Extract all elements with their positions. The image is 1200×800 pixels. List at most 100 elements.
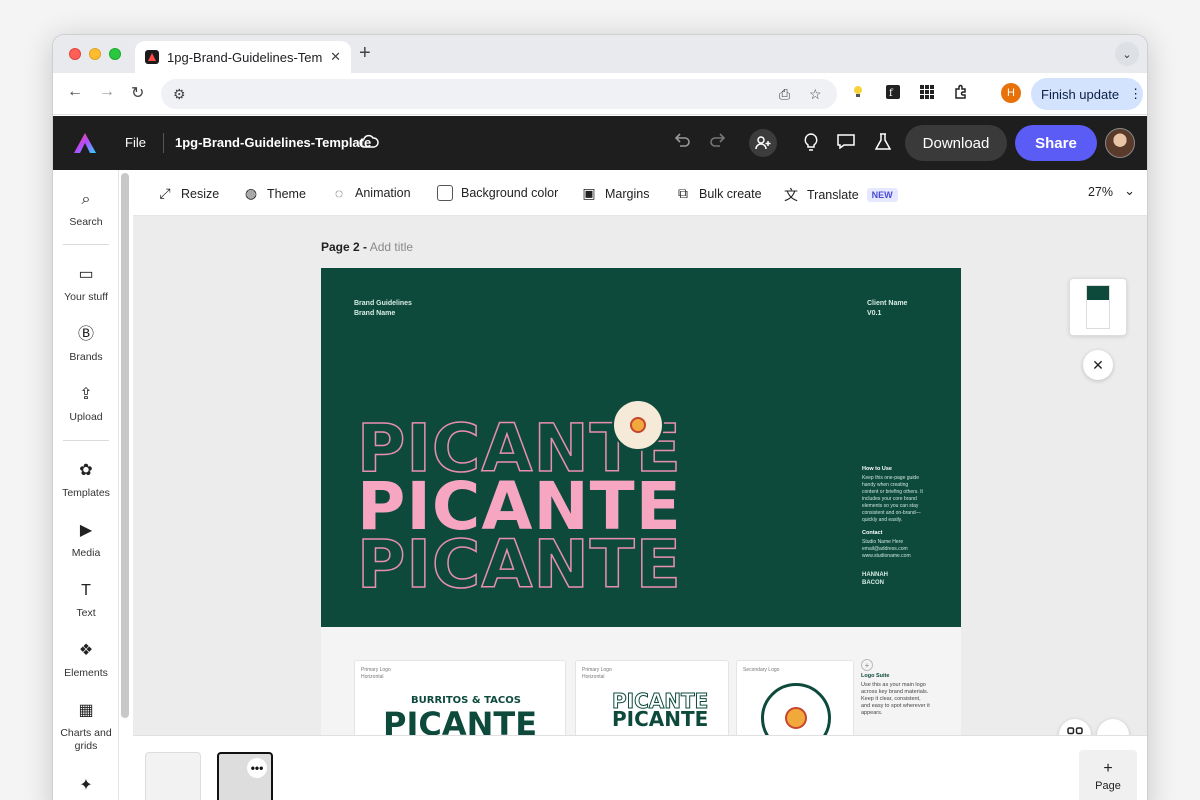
rail-item-upload[interactable]: ⇪ Upload (53, 385, 119, 424)
plus-icon: + (1103, 760, 1113, 777)
browser-window: 1pg-Brand-Guidelines-Temp ✕ + ⌄ ← → ↻ ⚙ … (52, 34, 1148, 800)
elements-icon: ❖ (78, 642, 94, 659)
cloud-sync-icon[interactable] (359, 132, 379, 153)
more-vert-icon: ⋮ (1129, 86, 1143, 101)
address-bar[interactable]: ⚙ ⎙ ☆ (161, 79, 837, 109)
chevron-down-icon[interactable]: ⌄ (1124, 183, 1135, 199)
tab-strip: 1pg-Brand-Guidelines-Temp ✕ + ⌄ (53, 35, 1147, 73)
translate-button[interactable]: 文 Translate NEW (783, 185, 898, 205)
download-button[interactable]: Download (905, 125, 1007, 161)
tab-close-icon[interactable]: ✕ (330, 49, 341, 65)
folder-icon: ▭ (78, 266, 94, 283)
page-thumbnail-1[interactable]: 1 (145, 752, 201, 800)
extension-bulb-icon[interactable] (851, 84, 865, 102)
minimize-window-button[interactable] (89, 48, 101, 60)
add-title-placeholder[interactable]: Add title (370, 240, 413, 254)
client-name-heading: Client Name V0.1 (867, 300, 908, 317)
file-menu[interactable]: File (125, 135, 146, 150)
rail-item-generate[interactable]: ✦ (53, 776, 119, 796)
card-label: Primary Logo Horizontal (582, 667, 612, 680)
rail-label: Elements (64, 667, 108, 679)
rail-item-text[interactable]: T Text (53, 581, 119, 620)
back-icon[interactable]: ← (67, 83, 83, 101)
zoom-level[interactable]: 27% (1088, 185, 1113, 199)
resize-button[interactable]: ⤢ Resize (157, 185, 219, 202)
add-icon[interactable]: + (861, 659, 873, 671)
badge-logo-icon (761, 683, 831, 735)
profile-avatar[interactable]: H (1001, 83, 1021, 103)
extensions-puzzle-icon[interactable] (953, 84, 969, 104)
more-options-icon[interactable]: ••• (247, 758, 267, 778)
add-page-button[interactable]: + Page (1079, 750, 1137, 800)
bookmark-star-icon[interactable]: ☆ (809, 86, 822, 103)
logo-section[interactable]: Primary Logo Horizontal BURRITOS & TACOS … (321, 627, 961, 735)
rail-item-search[interactable]: ⌕ Search (53, 190, 119, 229)
margins-label: Margins (605, 186, 650, 201)
finish-update-button[interactable]: Finish update ⋮ (1031, 78, 1143, 110)
rail-item-your-stuff[interactable]: ▭ Your stuff (53, 265, 119, 304)
theme-button[interactable]: ◍ Theme (243, 185, 306, 202)
translate-icon: 文 (784, 187, 798, 203)
rail-item-elements[interactable]: ❖ Elements (53, 641, 119, 680)
animation-label: Animation (355, 186, 411, 200)
rail-item-charts-and-grids[interactable]: ▦ Charts and grids (53, 701, 119, 753)
document-title[interactable]: 1pg-Brand-Guidelines-Template (175, 135, 371, 150)
rail-label: Charts and grids (60, 727, 112, 752)
page-number-label: Page 2 - (321, 240, 368, 254)
lightbulb-icon[interactable] (803, 133, 819, 156)
install-app-icon[interactable]: ⎙ (779, 86, 790, 103)
app-header: File 1pg-Brand-Guidelines-Template Downl… (53, 116, 1147, 170)
secondary-logo-card[interactable]: Secondary Logo (736, 660, 854, 735)
new-tab-button[interactable]: + (359, 43, 371, 63)
beta-flask-icon[interactable] (874, 133, 892, 156)
reload-icon[interactable]: ↻ (131, 83, 144, 103)
undo-icon[interactable] (673, 132, 691, 153)
design-toolbar: ⤢ Resize ◍ Theme ◌ Animation Background … (133, 170, 1147, 216)
how-to-use-block: How to Use Keep this one-page guide hand… (862, 466, 923, 523)
background-color-button[interactable]: Background color (437, 185, 558, 201)
tab-search-button[interactable]: ⌄ (1115, 42, 1139, 66)
page-thumbnail-preview[interactable] (1069, 278, 1127, 336)
resize-label: Resize (181, 186, 220, 201)
margins-icon: ▣ (582, 185, 596, 201)
rail-divider (63, 244, 109, 245)
share-button[interactable]: Share (1015, 125, 1097, 161)
bulk-create-button[interactable]: ⧉ Bulk create (675, 185, 762, 202)
close-icon[interactable]: ✕ (1083, 350, 1113, 380)
adobe-express-logo-icon[interactable] (73, 132, 97, 154)
canvas-area[interactable]: Page 2 - Add title Brand Guidelines Bran… (133, 216, 1147, 735)
rail-scrollbar[interactable] (121, 173, 129, 718)
badge-emblem-icon (630, 417, 646, 433)
site-info-icon[interactable]: ⚙ (173, 86, 186, 103)
page-title[interactable]: Page 2 - Add title (321, 240, 413, 254)
picante-outline-bottom: PICANTE (356, 526, 682, 603)
margins-button[interactable]: ▣ Margins (581, 185, 649, 202)
animation-button[interactable]: ◌ Animation (331, 185, 411, 201)
comment-icon[interactable] (837, 133, 855, 154)
forward-icon[interactable]: → (99, 83, 115, 101)
user-avatar[interactable] (1105, 128, 1135, 158)
invite-collaborator-icon[interactable] (749, 129, 777, 157)
primary-logo-card[interactable]: Primary Logo Horizontal BURRITOS & TACOS … (354, 660, 566, 735)
rail-item-templates[interactable]: ✿ Templates (53, 461, 119, 500)
redo-icon[interactable] (709, 132, 727, 153)
grid-view-icon[interactable] (1059, 719, 1091, 735)
search-icon: ⌕ (81, 191, 91, 208)
extension-font-icon[interactable]: f (885, 84, 901, 104)
page-thumbnail-2[interactable]: 2 ••• (217, 752, 273, 800)
apps-grid-icon[interactable] (919, 84, 935, 104)
maximize-window-button[interactable] (109, 48, 121, 60)
picante-filled-logo-text: PICANTE (612, 707, 709, 731)
close-window-button[interactable] (69, 48, 81, 60)
add-page-label: Page (1095, 780, 1121, 792)
chevron-down-icon[interactable]: ⌄ (1097, 719, 1129, 735)
stacked-logo-card[interactable]: Primary Logo Horizontal PICANTE PICANTE (575, 660, 729, 735)
rail-label: Templates (62, 487, 110, 499)
rail-item-brands[interactable]: Ⓑ Brands (53, 325, 119, 364)
card-label: Primary Logo Horizontal (361, 667, 391, 680)
background-color-label: Background color (461, 186, 559, 200)
rail-item-media[interactable]: ▶ Media (53, 521, 119, 560)
contact-block: Contact Studio Name Here email@address.c… (862, 530, 911, 559)
browser-tab-active[interactable]: 1pg-Brand-Guidelines-Temp ✕ (135, 41, 351, 73)
artboard[interactable]: Brand Guidelines Brand Name Client Name … (321, 268, 961, 627)
